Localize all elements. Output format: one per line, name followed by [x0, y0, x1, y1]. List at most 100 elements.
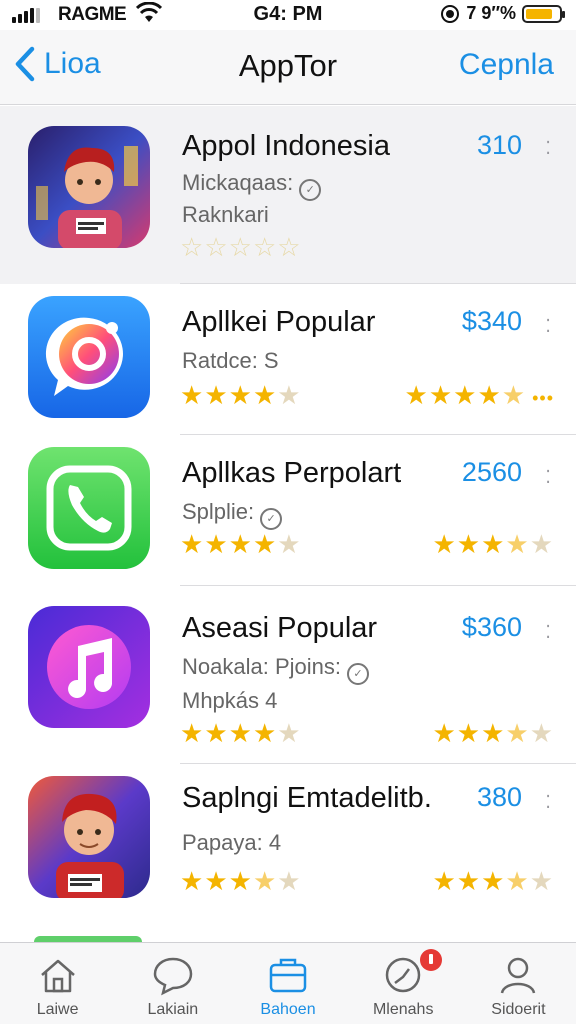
star-icon: ★	[204, 866, 229, 896]
home-icon	[40, 959, 75, 993]
message-badge-icon	[385, 957, 421, 993]
nav-action-button[interactable]: Cepnla	[459, 48, 554, 82]
chat-camera-icon	[28, 296, 150, 418]
battery-fill	[526, 8, 552, 19]
info-icon: ✓	[346, 663, 369, 685]
tab-label: Bahoen	[260, 1001, 316, 1018]
tab-label: Mlenahs	[372, 1001, 434, 1018]
tab-home[interactable]: Laiwe	[0, 943, 115, 1024]
star-icon: ★	[456, 866, 482, 896]
star-icon: ★	[529, 866, 554, 896]
star-rating-secondary: ★★★★★ •••	[405, 380, 554, 411]
tab-briefcase[interactable]: Bahoen	[230, 943, 345, 1024]
star-icon: ★	[228, 380, 253, 410]
star-icon: ★	[432, 529, 457, 559]
star-icon: ★	[180, 866, 205, 896]
tab-bar: Laiwe Lakiain Bahoen Mlenahs Sidoerit	[0, 942, 576, 1024]
app-name: Saplngi Emtadelitb.	[182, 782, 432, 814]
app-price[interactable]: 310	[477, 130, 522, 161]
more-options-icon[interactable]: ⁚	[545, 467, 552, 488]
dots-icon: •••	[526, 388, 554, 408]
game-character-icon	[28, 776, 150, 898]
star-icon: ★	[277, 866, 302, 896]
status-bar: RAGME G4: PM 7 9″%	[0, 0, 576, 30]
list-item[interactable]: Aseasi Popular $360 ⁚ Noakala: Pjoins: ✓ …	[0, 586, 576, 764]
more-options-icon[interactable]: ⁚	[545, 622, 552, 643]
app-price[interactable]: $340	[462, 306, 522, 337]
list-item[interactable]: Apllkei Popular $340 ⁚ Ratdce: S ★★★★★ ★…	[0, 284, 576, 435]
list-item[interactable]: Saplngi Emtadelitb. 380 ⁚ Papaya: 4 ★★★★…	[0, 764, 576, 942]
star-rating: ★★★★★	[180, 529, 302, 560]
notification-badge	[420, 949, 443, 971]
star-icon: ★	[252, 529, 278, 559]
tab-profile[interactable]: Sidoerit	[461, 943, 576, 1024]
star-icon: ★	[505, 529, 530, 559]
app-subtitle: Noakala: Pjoins: ✓	[182, 654, 369, 685]
star-icon: ☆	[180, 232, 205, 262]
star-icon: ★	[428, 380, 454, 410]
star-icon: ☆	[228, 232, 253, 262]
profile-icon	[501, 957, 536, 994]
app-name: Apllkei Popular	[182, 306, 376, 338]
star-icon: ☆	[204, 232, 229, 262]
tab-chat[interactable]: Lakiain	[115, 943, 230, 1024]
star-icon: ★	[481, 866, 506, 896]
tab-label: Sidoerit	[491, 1001, 546, 1018]
app-subtitle: Papaya: 4	[182, 830, 282, 855]
star-icon: ★	[204, 529, 229, 559]
star-icon: ★	[432, 866, 457, 896]
star-rating-secondary: ★★★★★	[432, 529, 554, 560]
star-icon: ★	[180, 718, 205, 748]
star-icon: ☆	[252, 232, 278, 262]
info-icon: ✓	[260, 508, 283, 530]
app-price[interactable]: 380	[477, 782, 522, 813]
more-options-icon[interactable]: ⁚	[545, 138, 552, 159]
star-icon: ★	[252, 866, 278, 896]
navigation-bar: Lioa AppTor Cepnla	[0, 30, 576, 105]
star-icon: ★	[252, 380, 278, 410]
star-icon: ★	[277, 380, 302, 410]
star-icon: ★	[228, 866, 253, 896]
star-icon: ★	[228, 718, 253, 748]
app-subtitle-secondary: Raknkari	[182, 202, 269, 227]
star-icon: ★	[277, 718, 302, 748]
star-icon: ★	[481, 529, 506, 559]
more-options-icon[interactable]: ⁚	[545, 792, 552, 813]
star-icon: ★	[453, 380, 478, 410]
app-subtitle: Ratdce: S	[182, 348, 279, 373]
alarm-icon	[441, 4, 460, 23]
star-icon: ★	[481, 718, 506, 748]
music-note-icon	[28, 606, 150, 728]
star-icon: ★	[505, 866, 530, 896]
app-price[interactable]: $360	[462, 612, 522, 643]
app-list: Appol Indonesia 310 ⁚ Mickaqaas: ✓ Raknka…	[0, 106, 576, 942]
star-rating: ★★★★★	[180, 380, 302, 411]
app-name: Aseasi Popular	[182, 612, 378, 644]
phone-icon	[28, 447, 150, 569]
app-name: Apllkas Perpolart	[182, 457, 402, 489]
more-options-icon[interactable]: ⁚	[545, 316, 552, 337]
star-icon: ★	[456, 529, 482, 559]
info-icon: ✓	[299, 179, 322, 201]
tab-label: Lakiain	[147, 1001, 199, 1018]
list-item[interactable]: Appol Indonesia 310 ⁚ Mickaqaas: ✓ Raknka…	[0, 106, 576, 284]
star-icon: ★	[501, 380, 527, 410]
app-subtitle: Mickaqaas: ✓	[182, 170, 322, 201]
star-icon: ★	[432, 718, 457, 748]
star-icon: ★	[228, 529, 253, 559]
list-item[interactable]: Apllkas Perpolart 2560 ⁚ Splplie: ✓ ★★★★★…	[0, 435, 576, 586]
star-icon: ★	[456, 718, 482, 748]
briefcase-icon	[269, 958, 307, 993]
star-rating-secondary: ★★★★★	[432, 866, 554, 897]
star-icon: ★	[180, 529, 205, 559]
star-icon: ☆	[277, 232, 302, 262]
battery-percent: 7 9″%	[466, 3, 516, 23]
tab-messages[interactable]: Mlenahs	[346, 943, 461, 1024]
star-icon: ★	[529, 718, 554, 748]
app-price[interactable]: 2560	[462, 457, 522, 488]
star-icon: ★	[252, 718, 278, 748]
star-icon: ★	[204, 380, 229, 410]
star-icon: ★	[404, 380, 429, 410]
tab-label: Laiwe	[36, 1001, 79, 1018]
star-rating: ☆☆☆☆☆	[180, 232, 302, 263]
